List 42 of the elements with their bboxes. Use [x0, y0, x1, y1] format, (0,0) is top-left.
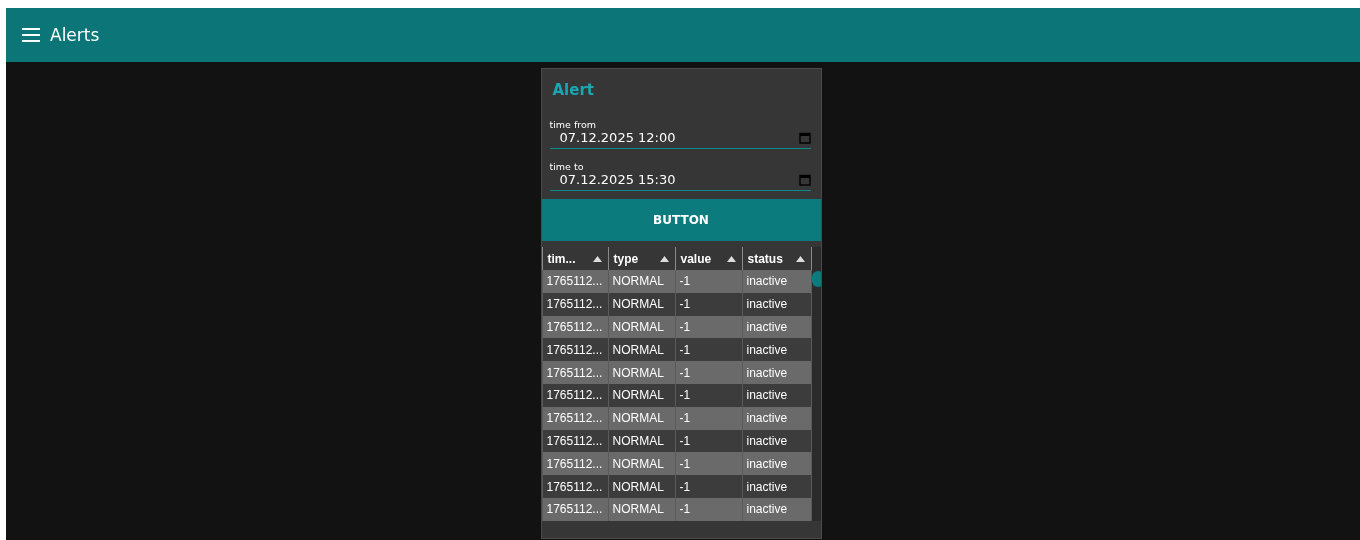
table-cell: 1765112... — [542, 429, 608, 453]
menu-icon[interactable] — [22, 28, 40, 42]
table-cell: 1765112... — [542, 452, 608, 476]
sort-arrow-icon[interactable] — [659, 255, 669, 262]
table-cell: NORMAL — [608, 452, 675, 476]
submit-button[interactable]: BUTTON — [541, 199, 821, 241]
table-cell: inactive — [742, 452, 811, 476]
table-cell: 1765112... — [542, 270, 608, 293]
table-cell: 1765112... — [542, 292, 608, 316]
table-cell: 1765112... — [542, 315, 608, 339]
table-cell: NORMAL — [608, 361, 675, 384]
table-cell: inactive — [742, 270, 811, 293]
table-cell: 1765112... — [542, 475, 608, 498]
table-cell: 1765112... — [542, 406, 608, 430]
table-cell: NORMAL — [608, 270, 675, 293]
column-header[interactable]: value — [675, 247, 742, 270]
table-cell: inactive — [742, 475, 811, 498]
sort-arrow-icon[interactable] — [726, 255, 736, 262]
sort-arrow-icon[interactable] — [795, 255, 805, 262]
table-cell: -1 — [675, 475, 742, 498]
table-cell: inactive — [742, 361, 811, 384]
table-cell: NORMAL — [608, 475, 675, 498]
table-cell: 1765112... — [542, 384, 608, 407]
table-cell: -1 — [675, 452, 742, 476]
column-header[interactable]: tim... — [542, 247, 608, 270]
scroll-thumb[interactable] — [811, 271, 821, 287]
table-cell: 1765112... — [542, 338, 608, 362]
scrollbar[interactable] — [811, 247, 821, 521]
table-cell: -1 — [675, 338, 742, 362]
table-cell: 1765112... — [542, 497, 608, 521]
column-header[interactable]: type — [608, 247, 675, 270]
date-time-field[interactable]: time to 07.12.2025 15:30 — [549, 161, 811, 191]
table-cell: 1765112... — [542, 361, 608, 384]
table-cell: -1 — [675, 361, 742, 384]
table-cell: inactive — [742, 338, 811, 362]
table-cell: NORMAL — [608, 338, 675, 362]
sort-arrow-icon[interactable] — [592, 255, 602, 262]
column-header[interactable]: status — [742, 247, 811, 270]
date-time-field[interactable]: time from 07.12.2025 12:00 — [549, 119, 811, 149]
table-cell: -1 — [675, 270, 742, 293]
app-title: Alerts — [50, 25, 100, 45]
card-title: Alert — [551, 80, 595, 101]
